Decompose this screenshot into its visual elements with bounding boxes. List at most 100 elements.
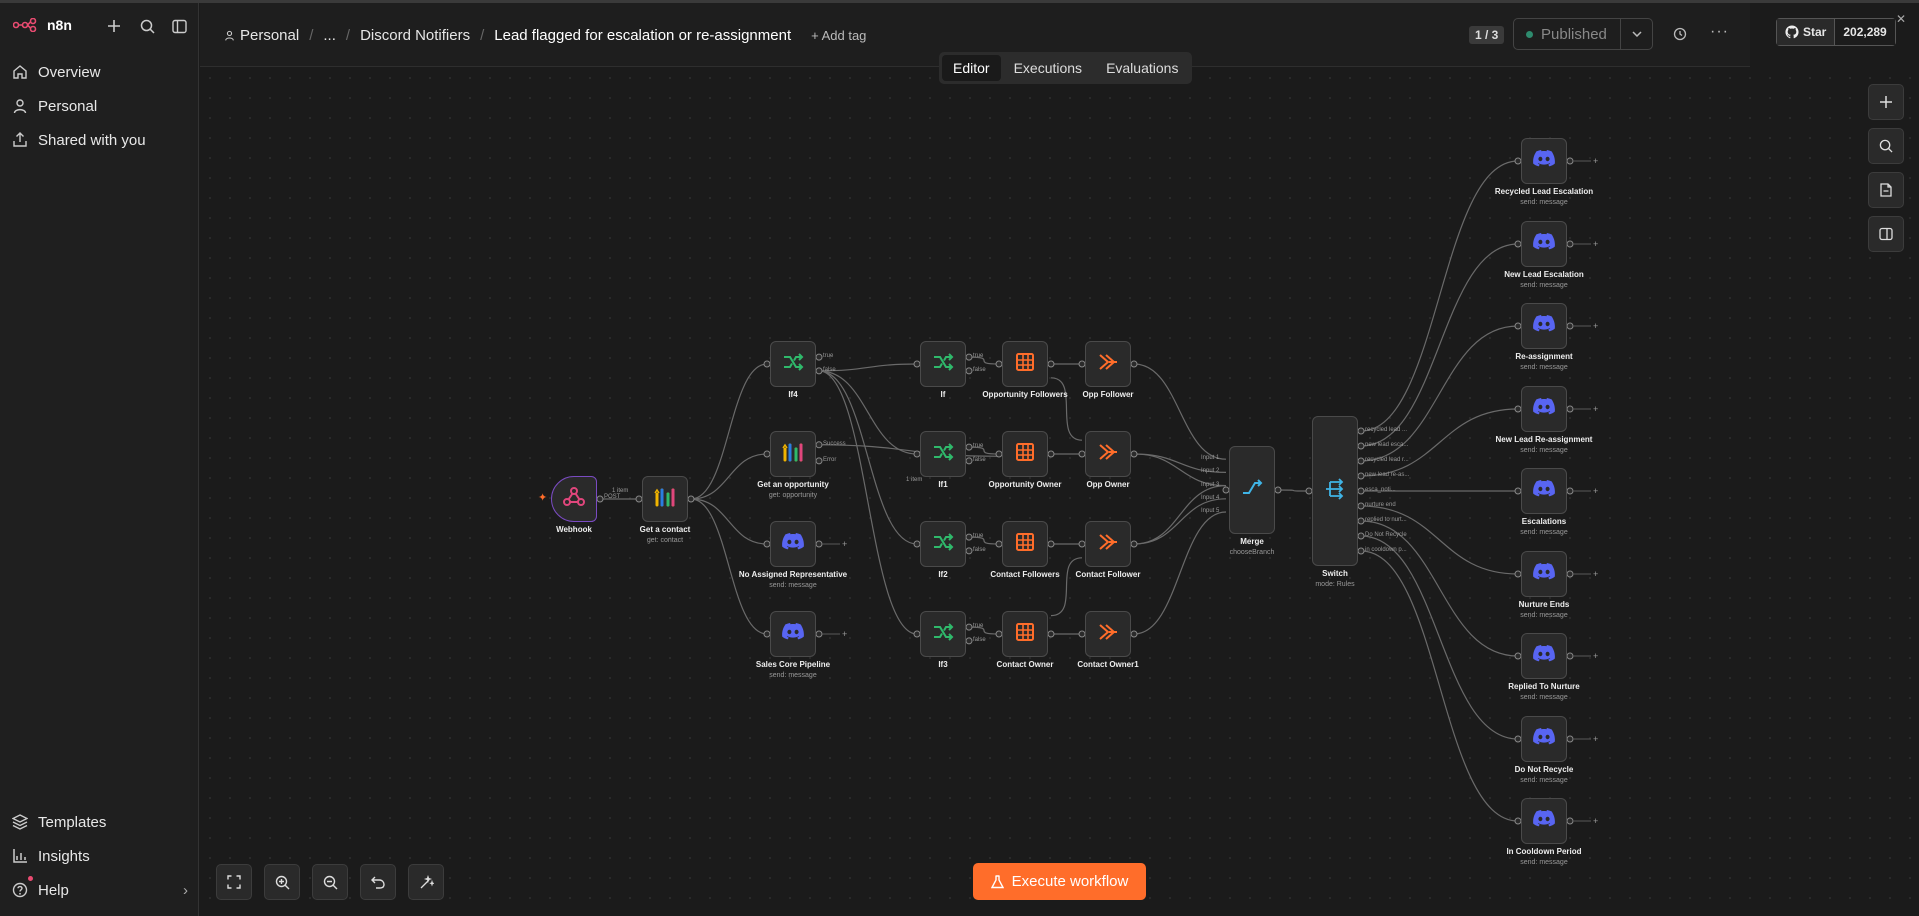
search-nodes-button[interactable] [1868,128,1904,164]
add-node-plus[interactable]: + [1593,816,1598,826]
node-contact-followers[interactable] [1002,521,1048,567]
node-webhook[interactable] [551,476,597,522]
node-merge[interactable] [1229,446,1275,534]
connection-handle[interactable] [1357,472,1365,480]
connection-handle[interactable] [965,367,973,375]
node-recycled[interactable] [1521,138,1567,184]
node-if2[interactable] [920,521,966,567]
node-replied-nurture[interactable] [1521,633,1567,679]
node-contact-owner1[interactable] [1085,611,1131,657]
connection-wire[interactable] [1277,489,1310,492]
connection-handle[interactable] [1130,450,1138,458]
connection-wire[interactable] [1050,377,1083,441]
node-if[interactable] [920,341,966,387]
connection-handle[interactable] [1130,630,1138,638]
sticky-note-button[interactable] [1868,172,1904,208]
connection-handle[interactable] [1566,652,1574,660]
connection-wire[interactable] [690,363,768,500]
add-node-plus[interactable]: + [842,629,847,639]
connection-handle[interactable] [965,637,973,645]
connection-handle[interactable] [965,353,973,361]
node-opp-follower[interactable] [1085,341,1131,387]
tab-evaluations[interactable]: Evaluations [1095,55,1189,81]
connection-handle[interactable] [687,495,695,503]
connection-handle[interactable] [815,441,823,449]
node-contact-owner[interactable] [1002,611,1048,657]
more-options-icon[interactable]: ··· [1710,23,1729,41]
add-node-plus[interactable]: + [1593,486,1598,496]
collapse-sidebar-icon[interactable] [169,16,189,36]
toggle-panel-button[interactable] [1868,216,1904,252]
connection-handle[interactable] [1566,735,1574,743]
connection-wire[interactable] [690,498,768,635]
add-node-plus[interactable]: + [1593,404,1598,414]
connection-wire[interactable] [1360,535,1519,740]
node-get-contact[interactable] [642,476,688,522]
connection-handle[interactable] [815,367,823,375]
connection-handle[interactable] [815,457,823,465]
undo-button[interactable] [360,864,396,900]
connection-handle[interactable] [1130,360,1138,368]
connection-handle[interactable] [965,533,973,541]
add-tag-button[interactable]: + Add tag [811,28,866,43]
connection-handle[interactable] [1047,630,1055,638]
nav-personal[interactable]: Personal [12,92,97,120]
node-if3[interactable] [920,611,966,657]
connection-handle[interactable] [1274,486,1282,494]
node-escalations[interactable] [1521,468,1567,514]
node-new-lead-reassign[interactable] [1521,386,1567,432]
connection-handle[interactable] [1566,240,1574,248]
node-contact-follower[interactable] [1085,521,1131,567]
connection-handle[interactable] [1566,405,1574,413]
node-no-assigned[interactable] [770,521,816,567]
search-icon[interactable] [137,16,157,36]
nav-overview[interactable]: Overview [12,58,101,86]
add-node-plus[interactable]: + [1593,156,1598,166]
node-opp-owner2[interactable] [1085,431,1131,477]
add-node-plus[interactable]: + [1593,321,1598,331]
connection-handle[interactable] [1566,570,1574,578]
connection-wire[interactable] [1050,557,1083,617]
add-node-plus[interactable]: + [1593,734,1598,744]
node-get-opportunity[interactable] [770,431,816,477]
nav-insights[interactable]: Insights [12,842,90,870]
node-new-lead-esc[interactable] [1521,221,1567,267]
connection-handle[interactable] [1357,487,1365,495]
connection-handle[interactable] [965,457,973,465]
nav-help[interactable]: Help › [12,876,188,904]
connection-wire[interactable] [1360,520,1519,657]
connection-handle[interactable] [1566,487,1574,495]
connection-handle[interactable] [1566,157,1574,165]
tab-executions[interactable]: Executions [1003,55,1093,81]
nav-shared[interactable]: Shared with you [12,126,146,154]
connection-handle[interactable] [965,623,973,631]
add-icon[interactable] [104,16,124,36]
node-nurture-ends[interactable] [1521,551,1567,597]
connection-handle[interactable] [1357,457,1365,465]
connection-handle[interactable] [815,540,823,548]
connection-handle[interactable] [1047,540,1055,548]
zoom-in-button[interactable] [264,864,300,900]
connection-wire[interactable] [818,370,918,635]
zoom-out-button[interactable] [312,864,348,900]
n8n-logo[interactable]: n8n [13,17,72,33]
connection-handle[interactable] [1566,817,1574,825]
tab-editor[interactable]: Editor [942,55,1001,81]
connection-handle[interactable] [1357,442,1365,450]
chevron-down-icon[interactable] [1620,19,1652,49]
add-node-button[interactable] [1868,84,1904,120]
connection-handle[interactable] [1357,517,1365,525]
history-icon[interactable] [1673,27,1687,44]
connection-handle[interactable] [1130,540,1138,548]
node-opp-followers[interactable] [1002,341,1048,387]
breadcrumb-personal[interactable]: Personal [240,27,299,44]
github-star-button[interactable]: Star 202,289 [1776,18,1896,46]
add-node-plus[interactable]: + [842,539,847,549]
connection-handle[interactable] [815,630,823,638]
nav-templates[interactable]: Templates [12,808,106,836]
node-cooldown[interactable] [1521,798,1567,844]
add-node-plus[interactable]: + [1593,651,1598,661]
add-node-plus[interactable]: + [1593,569,1598,579]
published-button[interactable]: Published [1513,18,1653,50]
tidy-up-button[interactable] [408,864,444,900]
